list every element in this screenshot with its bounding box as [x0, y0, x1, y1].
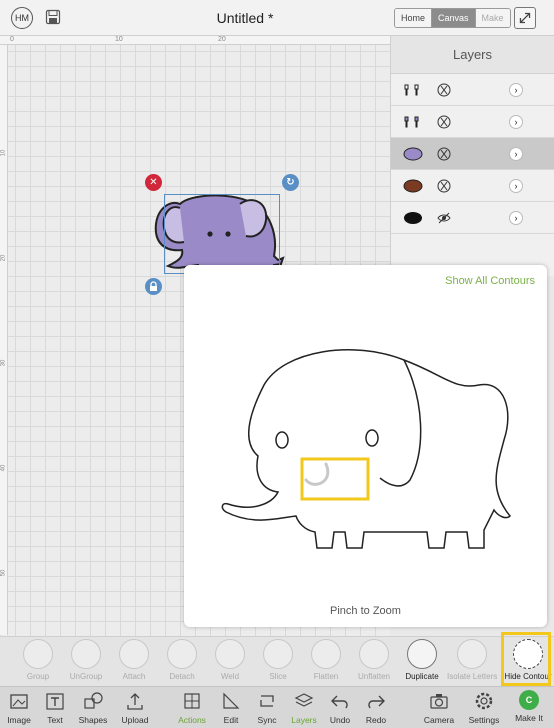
- duplicate-button[interactable]: Duplicate: [399, 639, 445, 687]
- layer-visible-icon[interactable]: [437, 115, 451, 129]
- slice-icon: [263, 639, 293, 669]
- shapes-icon: [84, 692, 103, 709]
- layers-panel: Layers › › › › ›: [390, 36, 554, 276]
- nav-redo[interactable]: Redo: [354, 690, 398, 725]
- isolate-letters-icon: [457, 639, 487, 669]
- attach-icon: [119, 639, 149, 669]
- ungroup-icon: [71, 639, 101, 669]
- layer-visible-icon[interactable]: [437, 83, 451, 97]
- layer-hidden-icon[interactable]: [437, 211, 451, 225]
- layer-thumbnail-elephant-black: [404, 212, 422, 224]
- ruler-tick-label: 20: [0, 254, 7, 262]
- fullscreen-icon[interactable]: [514, 7, 536, 29]
- delete-handle-icon[interactable]: ✕: [145, 174, 162, 191]
- ruler-tick-label: 10: [0, 149, 7, 157]
- unflatten-button[interactable]: Unflatten: [351, 639, 397, 687]
- tab-canvas[interactable]: Canvas: [432, 9, 476, 27]
- account-avatar[interactable]: HM: [11, 7, 33, 29]
- isolate-letters-button[interactable]: Isolate Letters: [447, 639, 497, 687]
- redo-icon: [368, 695, 385, 709]
- layer-detail-chevron-icon[interactable]: ›: [509, 179, 523, 193]
- unflatten-icon: [359, 639, 389, 669]
- layer-thumbnail-elephant-purple: [403, 147, 423, 161]
- pinch-to-zoom-hint: Pinch to Zoom: [330, 605, 401, 617]
- ruler-vertical: 10 20 30 40 50: [0, 45, 8, 635]
- group-icon: [23, 639, 53, 669]
- layer-row[interactable]: ›: [391, 74, 554, 106]
- save-icon[interactable]: [45, 9, 61, 25]
- nav-make-it[interactable]: C Make It: [507, 690, 551, 723]
- ruler-horizontal: 0 10 20: [0, 36, 390, 45]
- layers-panel-title: Layers: [391, 36, 554, 74]
- detach-button[interactable]: Detach: [159, 639, 205, 687]
- flatten-icon: [311, 639, 341, 669]
- mode-switcher: Home Canvas Make: [394, 8, 511, 28]
- layer-row[interactable]: ›: [391, 106, 554, 138]
- layer-thumbnail-elephant-brown: [403, 179, 423, 193]
- ruler-tick-label: 50: [0, 569, 7, 577]
- layer-row[interactable]: ›: [391, 170, 554, 202]
- actions-icon: [184, 693, 200, 709]
- sync-icon: [260, 695, 274, 707]
- elephant-contour-preview[interactable]: [214, 340, 514, 555]
- slice-button[interactable]: Slice: [255, 639, 301, 687]
- layers-icon: [294, 693, 314, 707]
- duplicate-icon: [407, 639, 437, 669]
- tab-home[interactable]: Home: [395, 9, 433, 27]
- upload-icon: [127, 693, 143, 710]
- hide-contour-highlight: [501, 632, 551, 686]
- selection-box[interactable]: [164, 194, 280, 274]
- project-title: Untitled *: [216, 10, 274, 26]
- nav-camera[interactable]: Camera: [417, 690, 461, 725]
- layer-detail-chevron-icon[interactable]: ›: [509, 147, 523, 161]
- tab-make[interactable]: Make: [475, 9, 510, 27]
- ruler-tick-label: 0: [10, 36, 14, 43]
- nav-shapes[interactable]: Shapes: [71, 690, 115, 725]
- ruler-tick-label: 30: [0, 359, 7, 367]
- ruler-tick-label: 10: [115, 36, 123, 43]
- weld-icon: [215, 639, 245, 669]
- top-bar: HM Untitled * Home Canvas Make: [0, 0, 554, 36]
- layer-detail-chevron-icon[interactable]: ›: [509, 211, 523, 225]
- lock-handle-icon[interactable]: [145, 278, 162, 295]
- layer-row-selected[interactable]: ›: [391, 138, 554, 170]
- rotate-handle-icon[interactable]: ↻: [282, 174, 299, 191]
- make-it-icon: C: [519, 690, 539, 710]
- show-all-contours-link[interactable]: Show All Contours: [445, 275, 535, 287]
- layer-detail-chevron-icon[interactable]: ›: [509, 83, 523, 97]
- layer-detail-chevron-icon[interactable]: ›: [509, 115, 523, 129]
- attach-button[interactable]: Attach: [111, 639, 157, 687]
- layer-visible-icon[interactable]: [437, 147, 451, 161]
- flatten-button[interactable]: Flatten: [303, 639, 349, 687]
- ungroup-button[interactable]: UnGroup: [63, 639, 109, 687]
- layer-row[interactable]: ›: [391, 202, 554, 234]
- settings-icon: [475, 692, 493, 710]
- nav-upload[interactable]: Upload: [113, 690, 157, 725]
- group-button[interactable]: Group: [15, 639, 61, 687]
- camera-icon: [430, 694, 448, 709]
- weld-button[interactable]: Weld: [207, 639, 253, 687]
- nav-settings[interactable]: Settings: [462, 690, 506, 725]
- layer-thumbnail-eye-shapes: [404, 84, 419, 96]
- layer-visible-icon[interactable]: [437, 179, 451, 193]
- ruler-tick-label: 40: [0, 464, 7, 472]
- image-icon: [10, 694, 28, 709]
- edit-icon: [223, 692, 240, 709]
- undo-icon: [331, 695, 348, 709]
- ruler-tick-label: 20: [218, 36, 226, 43]
- text-icon: [46, 693, 64, 710]
- contour-popup: Show All Contours Pinch to Zoom: [184, 265, 547, 627]
- layer-thumbnail-eye-shapes-purple: [404, 116, 419, 128]
- bottom-nav: Image Text Shapes Upload Actions Edit Sy…: [0, 686, 554, 728]
- actions-toolbar: Group UnGroup Attach Detach Weld Slice F…: [0, 636, 554, 686]
- nav-actions[interactable]: Actions: [170, 690, 214, 725]
- detach-icon: [167, 639, 197, 669]
